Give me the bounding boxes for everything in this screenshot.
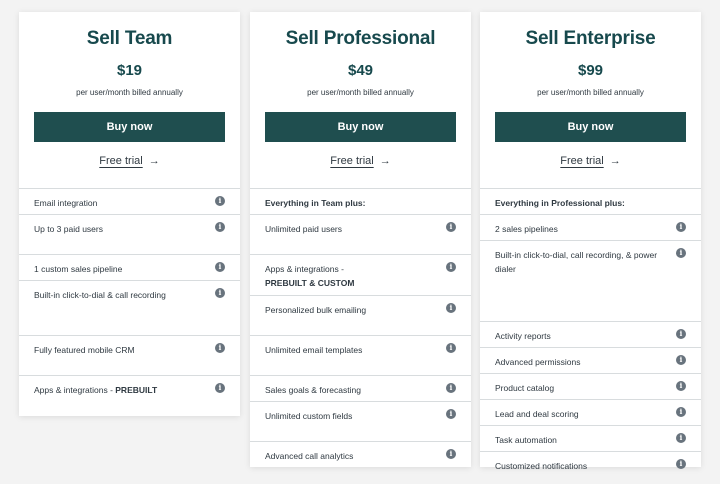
info-icon[interactable]: i: [215, 222, 225, 232]
feature-row: Built-in click-to-dial & call recording …: [19, 281, 240, 336]
feature-text: Customized notifications: [495, 461, 588, 471]
plan-title: Sell Professional: [285, 28, 436, 49]
feature-text: Unlimited email templates: [265, 345, 363, 355]
feature-text: Email integration: [34, 198, 98, 208]
feature-row: Unlimited email templates i: [250, 336, 471, 376]
feature-row: Unlimited custom fields i: [250, 402, 471, 442]
plan-billing-period: per user/month billed annually: [537, 88, 644, 97]
info-icon[interactable]: i: [676, 222, 686, 232]
feature-row: Unlimited paid users i: [250, 215, 471, 255]
info-icon[interactable]: i: [215, 383, 225, 393]
feature-row: Built-in click-to-dial, call recording, …: [480, 241, 701, 322]
plan-title: Sell Enterprise: [525, 28, 656, 49]
feature-row: Personalized bulk emailing i: [250, 296, 471, 336]
info-icon[interactable]: i: [446, 343, 456, 353]
feature-text: Apps & integrations -: [265, 264, 344, 274]
info-icon[interactable]: i: [446, 409, 456, 419]
arrow-right-icon: →: [148, 155, 160, 167]
feature-row: Apps & integrations - PREBUILT & CUSTOM …: [250, 255, 471, 296]
feature-row: Lead and deal scoring i: [480, 400, 701, 426]
feature-text: Apps & integrations -: [34, 385, 116, 395]
feature-row: Sales goals & forecasting i: [250, 376, 471, 402]
feature-text: Unlimited custom fields: [265, 411, 353, 421]
feature-text: Up to 3 paid users: [34, 224, 103, 234]
arrow-right-icon: →: [609, 155, 621, 167]
feature-row: Apps & integrations - PREBUILT i: [19, 376, 240, 406]
info-icon[interactable]: i: [676, 433, 686, 443]
feature-text: Built-in click-to-dial & call recording: [34, 290, 166, 300]
plan-title: Sell Team: [86, 28, 173, 49]
feature-header-text: Everything in Team plus:: [265, 198, 366, 208]
feature-row: Task automation i: [480, 426, 701, 452]
feature-text: Task automation: [495, 435, 557, 445]
feature-text-bold: PREBUILT & CUSTOM: [265, 278, 355, 288]
feature-row: Product catalog i: [480, 374, 701, 400]
info-icon[interactable]: i: [215, 196, 225, 206]
info-icon[interactable]: i: [446, 449, 456, 459]
feature-text: Built-in click-to-dial, call recording, …: [495, 250, 658, 274]
feature-text: Fully featured mobile CRM: [34, 345, 135, 355]
feature-header: Everything in Professional plus:: [480, 189, 701, 215]
free-trial-label: Free trial: [330, 155, 374, 167]
feature-header-text: Everything in Professional plus:: [495, 198, 625, 208]
plan-billing-period: per user/month billed annually: [307, 88, 414, 97]
free-trial-link[interactable]: Free trial →: [480, 155, 701, 171]
plan-price: $19: [116, 62, 143, 79]
feature-list: Email integration i Up to 3 paid users i…: [19, 188, 240, 406]
feature-text: Personalized bulk emailing: [265, 305, 367, 315]
arrow-right-icon: →: [379, 155, 391, 167]
feature-row: Fully featured mobile CRM i: [19, 336, 240, 376]
feature-row: Email integration i: [19, 189, 240, 215]
info-icon[interactable]: i: [676, 459, 686, 469]
feature-text-bold: PREBUILT: [115, 385, 158, 395]
feature-row: Customized notifications i: [480, 452, 701, 478]
free-trial-label: Free trial: [560, 155, 604, 167]
feature-row: 1 custom sales pipeline i: [19, 255, 240, 281]
feature-text: Sales goals & forecasting: [265, 385, 361, 395]
free-trial-link[interactable]: Free trial →: [19, 155, 240, 171]
feature-row: Advanced permissions i: [480, 348, 701, 374]
feature-row: Advanced call analytics i: [250, 442, 471, 467]
feature-text: Product catalog: [495, 383, 555, 393]
plan-card-professional: Sell Professional $49 per user/month bil…: [250, 12, 471, 467]
info-icon[interactable]: i: [676, 407, 686, 417]
free-trial-label: Free trial: [99, 155, 143, 167]
feature-text: Activity reports: [495, 331, 551, 341]
feature-list: Everything in Team plus: Unlimited paid …: [250, 188, 471, 467]
feature-text: Advanced call analytics: [265, 451, 354, 461]
plan-card-team: Sell Team $19 per user/month billed annu…: [19, 12, 240, 416]
feature-row: 2 sales pipelines i: [480, 215, 701, 241]
plan-price: $99: [577, 62, 604, 79]
buy-now-button[interactable]: Buy now: [495, 112, 686, 142]
feature-text: 1 custom sales pipeline: [34, 264, 123, 274]
feature-row: Activity reports i: [480, 322, 701, 348]
buy-now-button[interactable]: Buy now: [265, 112, 456, 142]
info-icon[interactable]: i: [676, 355, 686, 365]
feature-text: Unlimited paid users: [265, 224, 343, 234]
feature-text: 2 sales pipelines: [495, 224, 558, 234]
feature-row: Up to 3 paid users i: [19, 215, 240, 255]
feature-text: Lead and deal scoring: [495, 409, 579, 419]
info-icon[interactable]: i: [215, 288, 225, 298]
feature-list: Everything in Professional plus: 2 sales…: [480, 188, 701, 478]
info-icon[interactable]: i: [676, 381, 686, 391]
info-icon[interactable]: i: [215, 343, 225, 353]
info-icon[interactable]: i: [215, 262, 225, 272]
free-trial-link[interactable]: Free trial →: [250, 155, 471, 171]
info-icon[interactable]: i: [446, 303, 456, 313]
info-icon[interactable]: i: [446, 383, 456, 393]
info-icon[interactable]: i: [446, 222, 456, 232]
plan-card-enterprise: Sell Enterprise $99 per user/month bille…: [480, 12, 701, 471]
plan-billing-period: per user/month billed annually: [76, 88, 183, 97]
plan-price: $49: [347, 62, 374, 79]
feature-header: Everything in Team plus:: [250, 189, 471, 215]
info-icon[interactable]: i: [446, 262, 456, 272]
buy-now-button[interactable]: Buy now: [34, 112, 225, 142]
info-icon[interactable]: i: [676, 248, 686, 258]
info-icon[interactable]: i: [676, 329, 686, 339]
feature-text: Advanced permissions: [495, 357, 581, 367]
